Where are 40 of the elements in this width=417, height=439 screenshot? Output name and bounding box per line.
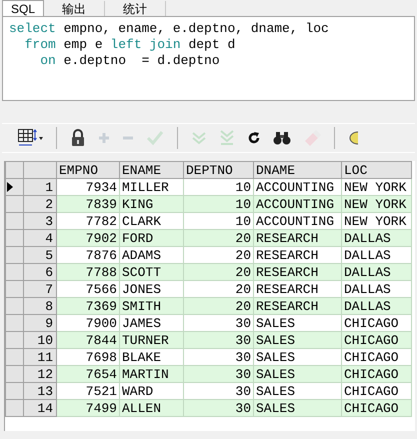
- row-number[interactable]: 9: [24, 314, 56, 332]
- row-number[interactable]: 12: [24, 366, 56, 382]
- double-chevron-icon: [191, 131, 207, 145]
- row-number[interactable]: 6: [24, 264, 56, 280]
- sql-editor[interactable]: select empno, ename, e.deptno, dname, loc from emp e left join dept d on e.deptno = d.deptno: [2, 16, 415, 101]
- check-icon: [146, 130, 164, 146]
- row-number[interactable]: 10: [24, 332, 56, 348]
- row-number[interactable]: 7: [24, 280, 56, 298]
- lock-icon: [70, 129, 86, 147]
- code-line: from emp e left join dept d: [24, 37, 236, 53]
- row-number[interactable]: 4: [24, 230, 56, 246]
- row-number[interactable]: 11: [24, 348, 56, 366]
- tab[interactable]: SQL: [2, 0, 44, 16]
- table-cell: ALLEN: [120, 400, 184, 416]
- row-number[interactable]: 2: [24, 196, 56, 212]
- table-cell: 30: [184, 400, 254, 416]
- column-header[interactable]: LOC: [342, 162, 412, 178]
- code-line: select empno, ename, e.deptno, dname, loc: [9, 21, 330, 37]
- column-header[interactable]: EMPNO: [56, 162, 120, 178]
- table-cell: SALES: [254, 400, 342, 416]
- row-number[interactable]: 13: [24, 382, 56, 400]
- column-header[interactable]: DEPTNO: [184, 162, 254, 178]
- row-number[interactable]: 8: [24, 298, 56, 314]
- row-selector[interactable]: [6, 178, 24, 196]
- binoculars-icon: [273, 131, 291, 145]
- plus-icon: [98, 132, 110, 144]
- row-number[interactable]: 14: [24, 400, 56, 416]
- current-row-icon: [6, 182, 14, 192]
- minus-icon: [122, 136, 134, 140]
- row-number[interactable]: 5: [24, 246, 56, 264]
- grid-icon: [17, 128, 43, 148]
- double-chevron-bar-icon: [219, 130, 235, 146]
- table-cell: CHICAGO: [342, 400, 412, 416]
- refresh-icon: [247, 131, 261, 145]
- row-number[interactable]: 1: [24, 178, 56, 196]
- column-header[interactable]: DNAME: [254, 162, 342, 178]
- column-header[interactable]: ENAME: [120, 162, 184, 178]
- table-cell: 7499: [56, 400, 120, 416]
- row-number[interactable]: 3: [24, 212, 56, 230]
- code-line: on e.deptno = d.deptno: [39, 53, 221, 69]
